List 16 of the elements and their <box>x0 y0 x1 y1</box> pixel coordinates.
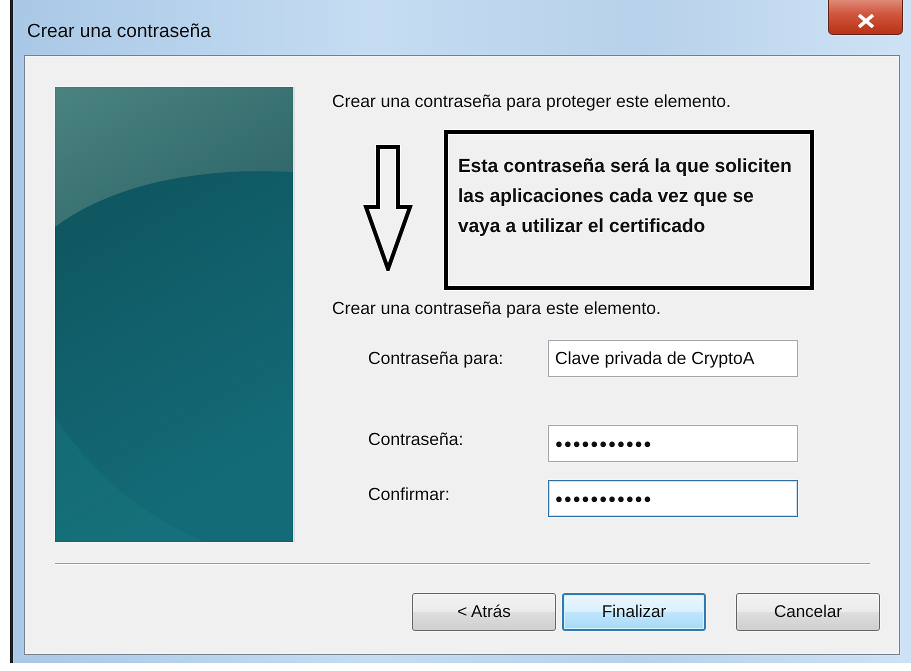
section-label: Crear una contraseña para este elemento. <box>332 298 662 319</box>
down-arrow-icon <box>363 145 413 271</box>
annotation-note: Esta contraseña será la que soliciten las aplicaciones cada vez que se vaya a utilizar el certificado <box>444 130 814 290</box>
field-label: Contraseña: <box>368 428 464 450</box>
field-label: Contraseña para: <box>368 348 504 369</box>
close-button[interactable] <box>828 0 903 35</box>
window-title: Crear una contraseña <box>27 20 211 42</box>
input-field[interactable]: Clave privada de CryptoA <box>548 340 798 377</box>
wizard-button[interactable]: Finalizar <box>562 593 706 631</box>
close-icon <box>856 14 874 28</box>
intro-text: Crear una contraseña para proteger este elemento. <box>332 91 732 112</box>
field-label: Confirmar: <box>368 483 451 505</box>
password-field[interactable]: ●●●●●●●●●●● <box>548 480 798 517</box>
password-field[interactable]: ●●●●●●●●●●● <box>548 425 798 462</box>
wizard-button[interactable]: < Atrás <box>412 593 556 631</box>
wizard-button[interactable]: Cancelar <box>736 593 880 631</box>
